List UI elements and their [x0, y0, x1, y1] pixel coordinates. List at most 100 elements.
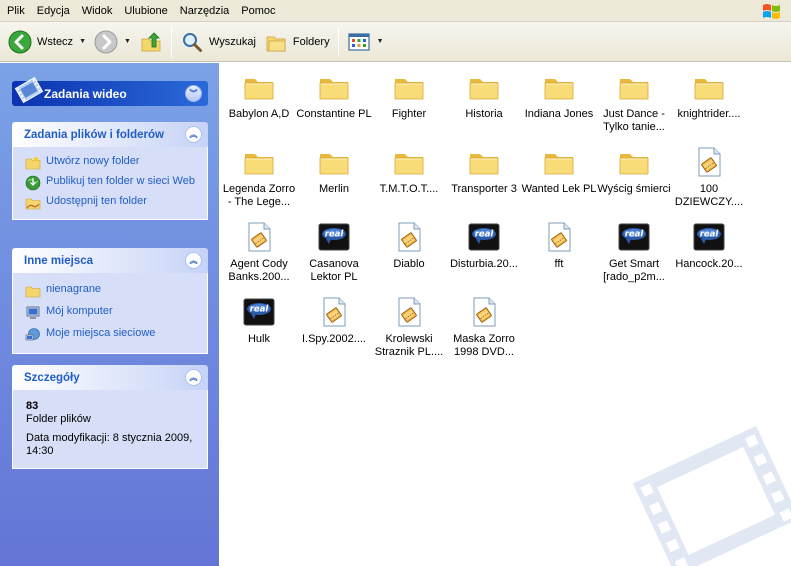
back-label: Wstecz: [37, 35, 74, 48]
place-nienagrane-label: nienagrane: [46, 283, 102, 295]
computer-icon: [26, 306, 40, 319]
realplayer-file-icon: real: [693, 221, 725, 253]
file-item[interactable]: real Hulk: [221, 294, 297, 346]
views-icon: [347, 32, 370, 51]
place-nienagrane[interactable]: nienagrane: [25, 283, 197, 299]
file-icon-wrap: [371, 219, 447, 255]
search-button[interactable]: Wyszukaj: [176, 26, 260, 58]
task-share-folder[interactable]: Udostępnij ten folder: [25, 195, 197, 211]
file-item[interactable]: fft: [521, 219, 597, 271]
details-title: Szczegóły: [24, 371, 80, 384]
folders-icon: [266, 36, 286, 51]
file-item[interactable]: real Get Smart [rado_p2m...: [596, 219, 672, 284]
task-new-folder[interactable]: Utwórz nowy folder: [25, 155, 197, 171]
details-body: 83 Folder plików Data modyfikacji: 8 sty…: [12, 390, 208, 469]
video-tasks-header[interactable]: Zadania wideo ︾: [12, 76, 208, 106]
menu-tools[interactable]: Narzędzia: [174, 0, 236, 22]
realplayer-file-icon: real: [243, 296, 275, 328]
file-icon-wrap: real: [221, 294, 297, 330]
collapse-chevron-icon[interactable]: ︽: [185, 126, 202, 143]
file-item[interactable]: Wyścig śmierci: [596, 144, 672, 196]
video-file-icon: [243, 221, 275, 253]
file-item[interactable]: Historia: [446, 69, 522, 121]
folder-icon: [318, 71, 350, 103]
menu-favorites[interactable]: Ulubione: [118, 0, 173, 22]
details-name: 83: [26, 400, 39, 412]
file-item[interactable]: Just Dance - Tylko tanie...: [596, 69, 672, 134]
file-item[interactable]: T.M.T.O.T....: [371, 144, 447, 196]
file-name-label: Disturbia.20...: [450, 258, 518, 270]
file-item[interactable]: Krolewski Straznik PL....: [371, 294, 447, 359]
forward-arrow-icon: [94, 30, 118, 53]
folder-icon: [543, 146, 575, 178]
menu-file[interactable]: Plik: [0, 0, 31, 22]
file-item[interactable]: real Casanova Lektor PL: [296, 219, 372, 284]
file-tasks-header[interactable]: Zadania plików i folderów ︽: [12, 122, 208, 147]
file-icon-wrap: [671, 69, 747, 105]
file-item[interactable]: 100 DZIEWCZY....: [671, 144, 747, 209]
menu-view[interactable]: Widok: [76, 0, 119, 22]
folder-icon: [543, 71, 575, 103]
place-my-computer[interactable]: Mój komputer: [25, 305, 197, 321]
views-dropdown-icon[interactable]: ▼: [377, 38, 384, 45]
file-item[interactable]: Babylon A,D: [221, 69, 297, 121]
realplayer-file-icon: real: [618, 221, 650, 253]
video-tasks-panel: Zadania wideo ︾: [12, 76, 208, 106]
new-folder-icon: [25, 156, 41, 170]
video-file-icon: [693, 146, 725, 178]
file-item[interactable]: Agent Cody Banks.200...: [221, 219, 297, 284]
details-header[interactable]: Szczegóły ︽: [12, 365, 208, 390]
expand-chevron-icon[interactable]: ︾: [185, 85, 202, 102]
file-item[interactable]: Legenda Zorro - The Lege...: [221, 144, 297, 209]
place-network[interactable]: Moje miejsca sieciowe: [25, 327, 197, 343]
file-item[interactable]: real Hancock.20...: [671, 219, 747, 271]
views-button[interactable]: ▼: [343, 26, 388, 58]
folder-icon: [393, 71, 425, 103]
up-folder-button[interactable]: [135, 26, 167, 58]
forward-button[interactable]: ▼: [90, 26, 135, 58]
file-item[interactable]: Indiana Jones: [521, 69, 597, 121]
file-item[interactable]: Merlin: [296, 144, 372, 196]
folder-icon: [468, 146, 500, 178]
file-icon-wrap: [221, 69, 297, 105]
file-item[interactable]: Diablo: [371, 219, 447, 271]
collapse-chevron-icon[interactable]: ︽: [185, 369, 202, 386]
file-name-label: T.M.T.O.T....: [379, 183, 439, 195]
video-file-icon: [543, 221, 575, 253]
file-name-label: Merlin: [319, 183, 349, 195]
file-item[interactable]: Maska Zorro 1998 DVD...: [446, 294, 522, 359]
task-publish-web[interactable]: Publikuj ten folder w sieci Web: [25, 175, 197, 191]
toolbar: Wstecz ▼ ▼ Wyszukaj Foldery ▼: [0, 22, 791, 62]
menu-help[interactable]: Pomoc: [235, 0, 281, 22]
other-places-header[interactable]: Inne miejsca ︽: [12, 248, 208, 273]
file-name-label: Hulk: [247, 333, 270, 345]
file-name-label: Legenda Zorro - The Lege...: [222, 183, 296, 208]
video-file-icon: [318, 296, 350, 328]
file-item[interactable]: Fighter: [371, 69, 447, 121]
search-icon: [182, 32, 202, 52]
file-tasks-title: Zadania plików i folderów: [24, 128, 164, 141]
file-name-label: Constantine PL: [296, 108, 372, 120]
file-icon-wrap: real: [671, 219, 747, 255]
file-item[interactable]: knightrider....: [671, 69, 747, 121]
file-name-label: Diablo: [393, 258, 425, 270]
file-item[interactable]: Wanted Lek PL: [521, 144, 597, 196]
details-modified: Data modyfikacji: 8 stycznia 2009, 14:30: [26, 432, 193, 457]
file-item[interactable]: real Disturbia.20...: [446, 219, 522, 271]
collapse-chevron-icon[interactable]: ︽: [185, 252, 202, 269]
file-item[interactable]: I.Spy.2002....: [296, 294, 372, 346]
menu-bar: Plik Edycja Widok Ulubione Narzędzia Pom…: [0, 0, 791, 22]
back-dropdown-icon[interactable]: ▼: [79, 38, 86, 45]
file-item[interactable]: Constantine PL: [296, 69, 372, 121]
back-button[interactable]: Wstecz ▼: [4, 26, 90, 58]
folders-button[interactable]: Foldery: [260, 26, 334, 58]
menu-edit[interactable]: Edycja: [31, 0, 76, 22]
file-icon-wrap: [296, 144, 372, 180]
other-places-panel: Inne miejsca ︽ nienagrane Mój komputer M…: [12, 248, 208, 354]
task-share-folder-label: Udostępnij ten folder: [46, 195, 147, 207]
forward-dropdown-icon[interactable]: ▼: [124, 38, 131, 45]
file-item[interactable]: Transporter 3: [446, 144, 522, 196]
file-icon-wrap: [371, 69, 447, 105]
file-icon-wrap: [521, 144, 597, 180]
globe-icon: [25, 175, 41, 191]
